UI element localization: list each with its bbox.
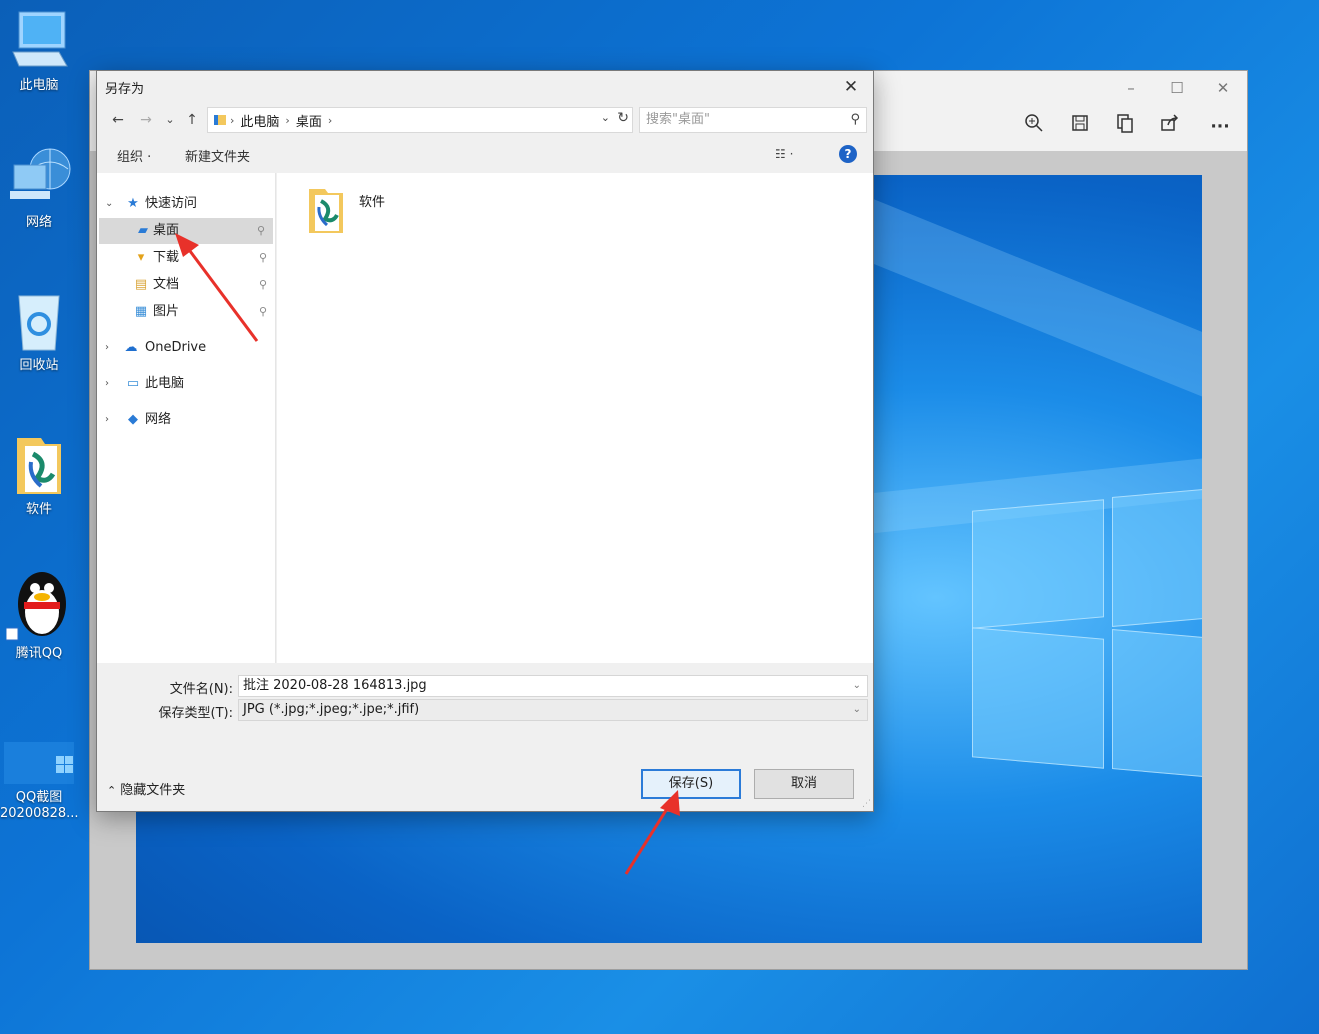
breadcrumb-separator: › xyxy=(327,113,333,127)
search-input[interactable]: 搜索"桌面" ⚲ xyxy=(639,107,867,133)
download-folder-icon: ▾ xyxy=(137,250,145,265)
folder-icon xyxy=(17,438,61,494)
desktop-icon-qq[interactable]: 腾讯QQ xyxy=(0,568,78,662)
chevron-right-icon[interactable]: › xyxy=(105,407,109,433)
desktop-icon-software[interactable]: 软件 xyxy=(0,432,78,518)
refresh-icon[interactable]: ↻ xyxy=(617,110,629,126)
zoom-in-icon[interactable] xyxy=(1020,113,1048,141)
forward-button[interactable]: → xyxy=(135,109,157,131)
file-name: 软件 xyxy=(359,195,386,210)
folder-icon xyxy=(214,115,226,125)
chevron-down-icon[interactable]: ⌄ xyxy=(853,676,861,696)
minimize-button[interactable]: – xyxy=(1116,77,1146,99)
save-as-dialog: 另存为 ✕ ← → ⌄ ↑ › 此电脑 › 桌面 › ⌄ ↻ 搜索"桌面" ⚲ … xyxy=(96,70,874,812)
star-icon: ★ xyxy=(127,196,139,211)
chevron-down-icon[interactable]: ⌄ xyxy=(601,111,610,124)
maximize-button[interactable]: ☐ xyxy=(1162,77,1192,99)
recycle-bin-icon xyxy=(18,295,60,351)
breadcrumb-this-pc[interactable]: 此电脑 xyxy=(240,111,279,130)
file-list: 软件 xyxy=(277,173,873,663)
new-folder-button[interactable]: 新建文件夹 xyxy=(185,146,250,165)
folder-icon xyxy=(309,189,343,233)
desktop-icon-network[interactable]: 网络 xyxy=(0,145,78,231)
back-button[interactable]: ← xyxy=(107,109,129,131)
recent-locations-button[interactable]: ⌄ xyxy=(159,109,181,131)
tree-item-this-pc[interactable]: › ▭ 此电脑 xyxy=(97,371,275,397)
dialog-close-button[interactable]: ✕ xyxy=(837,75,865,99)
dialog-title: 另存为 xyxy=(105,82,145,97)
chevron-up-icon: ⌃ xyxy=(107,784,117,797)
breadcrumb-desktop[interactable]: 桌面 xyxy=(296,111,322,130)
desktop-folder-icon: ▰ xyxy=(138,223,148,238)
address-bar[interactable]: › 此电脑 › 桌面 › ⌄ ↻ xyxy=(207,107,633,133)
save-icon[interactable] xyxy=(1066,113,1094,141)
filename-label: 文件名(N): xyxy=(169,682,233,697)
chevron-down-icon[interactable]: ⌄ xyxy=(853,700,861,720)
desktop-icon-recycle-bin[interactable]: 回收站 xyxy=(0,290,78,374)
breadcrumb-separator: › xyxy=(230,113,235,127)
hide-folders-toggle[interactable]: ⌃ 隐藏文件夹 xyxy=(107,779,185,798)
filetype-label: 保存类型(T): xyxy=(158,706,233,721)
more-icon[interactable]: ··· xyxy=(1206,113,1234,141)
filetype-select[interactable]: JPG (*.jpg;*.jpeg;*.jpe;*.jfif) ⌄ xyxy=(238,699,868,721)
filetype-value: JPG (*.jpg;*.jpeg;*.jpe;*.jfif) xyxy=(243,702,420,717)
annotation-arrow-desktop xyxy=(175,233,259,342)
computer-icon xyxy=(12,11,68,67)
up-button[interactable]: ↑ xyxy=(181,109,203,131)
image-thumbnail-icon xyxy=(4,742,74,784)
search-placeholder: 搜索"桌面" xyxy=(646,112,710,127)
cancel-button[interactable]: 取消 xyxy=(754,769,854,799)
help-button[interactable]: ? xyxy=(839,145,857,163)
desktop-icon-label: 回收站 xyxy=(19,358,59,373)
chevron-right-icon[interactable]: › xyxy=(105,371,109,397)
breadcrumb-separator: › xyxy=(285,113,290,127)
filename-field[interactable]: 批注 2020-08-28 164813.jpg ⌄ xyxy=(238,675,868,697)
search-icon: ⚲ xyxy=(850,112,860,127)
document-folder-icon: ▤ xyxy=(134,277,148,292)
desktop-icon-label: 腾讯QQ xyxy=(15,646,63,661)
network-icon: ◆ xyxy=(128,412,138,427)
close-button[interactable]: ✕ xyxy=(1208,77,1238,99)
desktop-icon-label: 此电脑 xyxy=(19,78,59,93)
qq-penguin-icon xyxy=(6,572,66,641)
filename-value: 批注 2020-08-28 164813.jpg xyxy=(243,678,427,693)
annotation-arrow-save xyxy=(624,790,680,875)
chevron-down-icon[interactable]: ⌄ xyxy=(105,191,113,217)
desktop-icon-this-pc[interactable]: 此电脑 xyxy=(0,8,78,94)
view-options-button[interactable]: ☷ · xyxy=(775,147,793,161)
pictures-folder-icon: ▦ xyxy=(134,304,148,319)
desktop-icon-label: 网络 xyxy=(25,215,52,230)
chevron-right-icon[interactable]: › xyxy=(105,335,109,361)
network-icon xyxy=(10,148,71,199)
tree-item-quick-access[interactable]: ⌄ ★ 快速访问 xyxy=(97,191,275,217)
copy-icon[interactable] xyxy=(1111,113,1139,141)
share-icon[interactable] xyxy=(1156,113,1184,141)
organize-button[interactable]: 组织 · xyxy=(117,146,151,165)
tree-item-network[interactable]: › ◆ 网络 xyxy=(97,407,275,433)
desktop-icon-label: 软件 xyxy=(25,502,52,517)
file-item-folder[interactable]: 软件 xyxy=(307,185,407,245)
desktop-icon-label: QQ截图 20200828... xyxy=(0,790,79,821)
desktop-icon-qq-screenshot[interactable]: QQ截图 20200828... xyxy=(0,740,79,822)
resize-grip-icon[interactable]: ⋰ xyxy=(862,799,871,809)
computer-icon: ▭ xyxy=(126,376,140,391)
cloud-icon: ☁ xyxy=(124,340,138,355)
